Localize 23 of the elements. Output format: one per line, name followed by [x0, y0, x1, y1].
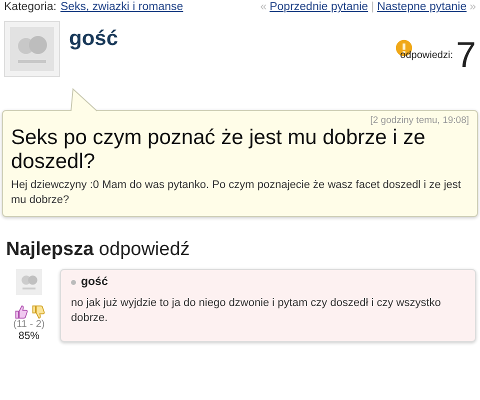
next-mark: »: [470, 1, 476, 13]
question-title: Seks po czym poznać że jest mu dobrze i ze doszedl?: [11, 126, 426, 174]
question-body: Hej dziewczyny :0 Mam do was pytanko. Po czym poznajecie że wasz facet doszedl i ze jest mu dobrze?: [11, 178, 462, 208]
category-link[interactable]: Seks, zwiazki i romanse: [60, 1, 184, 13]
bullet-icon: [71, 280, 76, 284]
thumbs-down-icon[interactable]: [30, 305, 44, 319]
answer-author[interactable]: gość: [81, 276, 108, 288]
vote-percent: 85%: [18, 330, 40, 342]
avatar-icon: [4, 21, 60, 77]
answers-label: odpowiedzi:: [400, 50, 453, 61]
avatar-icon: [16, 269, 42, 295]
nav-separator: |: [371, 1, 374, 13]
question-time: [2 godziny temu, 19:08]: [369, 115, 469, 126]
category-label: Kategoria:: [4, 1, 56, 13]
prev-mark: «: [260, 1, 267, 13]
thumbs-up-icon[interactable]: [14, 305, 28, 319]
answer-text: no jak już wyjdzie to ja do niego dzwonie i pytam czy doszedł i czy wszystko dobrze.: [71, 296, 442, 326]
next-question-link[interactable]: Nastepne pytanie: [377, 1, 467, 13]
answers-count: 7: [456, 39, 476, 71]
previous-question-link[interactable]: Poprzednie pytanie: [270, 1, 368, 13]
vote-count: (11 - 2): [13, 319, 45, 330]
best-answer-heading: Najlepsza odpowiedź: [6, 239, 191, 261]
author-name[interactable]: gość: [69, 27, 118, 51]
